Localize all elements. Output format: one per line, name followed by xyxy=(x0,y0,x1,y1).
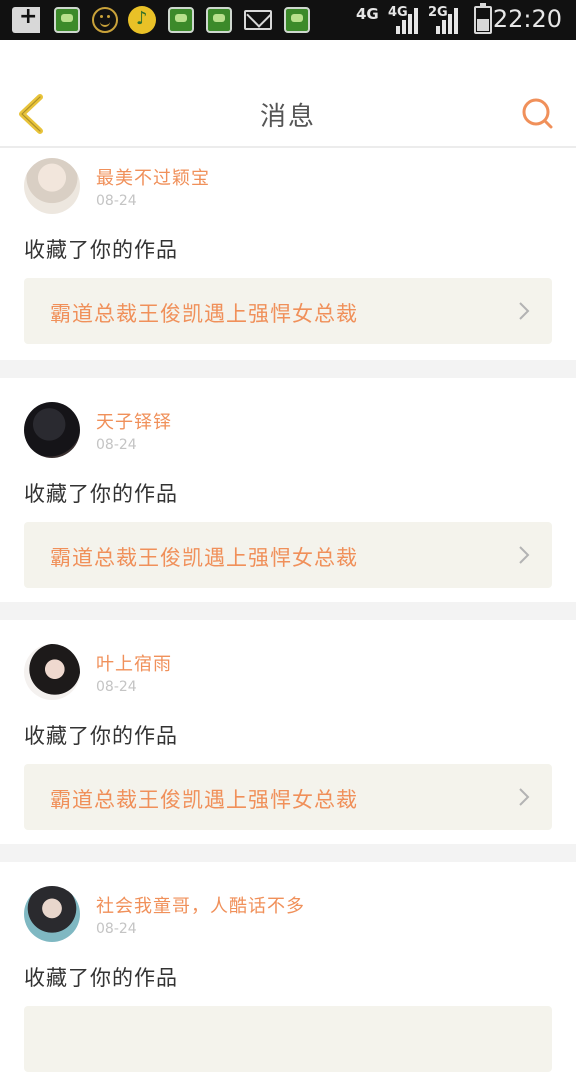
work-title: 霸道总裁王俊凯遇上强悍女总裁 xyxy=(50,302,358,326)
chevron-right-icon xyxy=(518,301,530,321)
user-name[interactable]: 叶上宿雨 xyxy=(96,650,172,676)
message-card: 最美不过颖宝 08-24 收藏了你的作品 霸道总裁王俊凯遇上强悍女总裁 xyxy=(0,148,576,360)
work-link[interactable]: 霸道总裁王俊凯遇上强悍女总裁 xyxy=(24,764,552,830)
action-text: 收藏了你的作品 xyxy=(24,482,178,506)
divider xyxy=(0,844,576,862)
work-link[interactable] xyxy=(24,1006,552,1072)
signal-icon xyxy=(394,6,420,34)
network-type-label: 4G xyxy=(356,5,379,23)
status-time: 22:20 xyxy=(492,5,562,33)
work-title: 霸道总裁王俊凯遇上强悍女总裁 xyxy=(50,546,358,570)
page-title: 消息 xyxy=(259,102,316,132)
action-text: 收藏了你的作品 xyxy=(24,238,178,262)
user-name[interactable]: 天子铎铎 xyxy=(96,408,172,434)
work-title: 霸道总裁王俊凯遇上强悍女总裁 xyxy=(50,788,358,812)
avatar[interactable] xyxy=(24,402,80,458)
message-card: 天子铎铎 08-24 收藏了你的作品 霸道总裁王俊凯遇上强悍女总裁 xyxy=(0,378,576,602)
avatar[interactable] xyxy=(24,158,80,214)
mail-icon xyxy=(244,10,272,30)
app-icon xyxy=(168,7,194,33)
search-icon xyxy=(522,98,553,129)
chevron-right-icon xyxy=(518,787,530,807)
action-text: 收藏了你的作品 xyxy=(24,724,178,748)
user-name[interactable]: 社会我童哥，人酷话不多 xyxy=(96,892,305,918)
action-text: 收藏了你的作品 xyxy=(24,966,178,990)
user-name[interactable]: 最美不过颖宝 xyxy=(96,164,210,190)
message-card: 叶上宿雨 08-24 收藏了你的作品 霸道总裁王俊凯遇上强悍女总裁 xyxy=(0,620,576,844)
avatar[interactable] xyxy=(24,644,80,700)
music-icon xyxy=(128,6,156,34)
status-bar: 4G 4G 2G 22:20 xyxy=(0,0,576,40)
app-icon xyxy=(54,7,80,33)
message-time: 08-24 xyxy=(96,921,137,937)
battery-icon xyxy=(474,3,492,34)
message-card: 社会我童哥，人酷话不多 08-24 收藏了你的作品 xyxy=(0,862,576,1086)
message-time: 08-24 xyxy=(96,193,137,209)
work-link[interactable]: 霸道总裁王俊凯遇上强悍女总裁 xyxy=(24,278,552,344)
signal-icon xyxy=(434,6,460,34)
app-icon xyxy=(284,7,310,33)
app-icon xyxy=(206,7,232,33)
work-link[interactable]: 霸道总裁王俊凯遇上强悍女总裁 xyxy=(24,522,552,588)
face-icon xyxy=(92,7,118,33)
search-button[interactable] xyxy=(520,96,556,132)
add-icon xyxy=(12,4,40,33)
message-time: 08-24 xyxy=(96,437,137,453)
navigation-header: 消息 xyxy=(0,40,576,148)
message-time: 08-24 xyxy=(96,679,137,695)
message-list: 最美不过颖宝 08-24 收藏了你的作品 霸道总裁王俊凯遇上强悍女总裁 天子铎铎… xyxy=(0,148,576,1086)
divider xyxy=(0,360,576,378)
divider xyxy=(0,602,576,620)
avatar[interactable] xyxy=(24,886,80,942)
chevron-right-icon xyxy=(518,545,530,565)
